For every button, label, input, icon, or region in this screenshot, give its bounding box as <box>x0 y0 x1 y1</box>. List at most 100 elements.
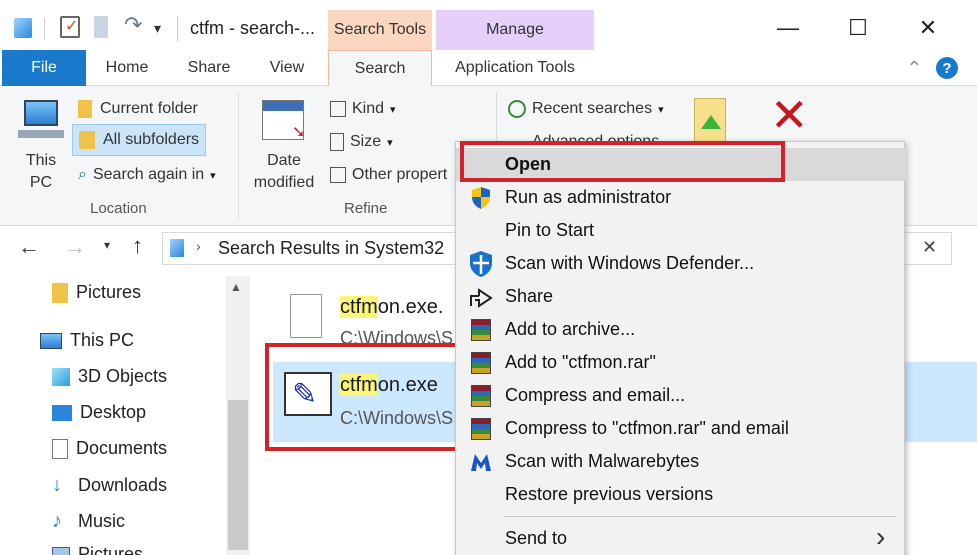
recent-searches-button[interactable]: Recent searches ▾ <box>508 96 664 122</box>
properties-check-icon[interactable]: ✓ <box>60 16 80 38</box>
menu-item-compress-to-rar-email[interactable]: Compress to "ctfmon.rar" and email <box>456 412 906 445</box>
size-icon <box>330 133 344 151</box>
nav-item-label: Documents <box>76 438 168 458</box>
menu-item-add-to-rar[interactable]: Add to "ctfmon.rar" <box>456 346 906 379</box>
winrar-icon <box>468 350 494 376</box>
search-results-icon <box>170 239 184 257</box>
date-modified-button[interactable]: ➘ Date modified <box>250 96 322 192</box>
address-path[interactable]: Search Results in System32 <box>218 238 444 259</box>
nav-item-label: Pictures <box>78 544 144 555</box>
location-group-label: Location <box>90 200 147 217</box>
recent-locations-chevron-icon[interactable]: ▾ <box>104 238 110 252</box>
help-icon[interactable]: ? <box>936 57 958 79</box>
size-button[interactable]: Size ▾ <box>330 129 393 155</box>
folder-icon <box>78 100 92 118</box>
breadcrumb-chevron-icon: › <box>196 238 201 254</box>
menu-item-run-as-admin[interactable]: Run as administrator <box>456 181 906 214</box>
chevron-down-icon: ▾ <box>387 136 393 149</box>
menu-item-label: Share <box>505 286 554 306</box>
winrar-icon <box>468 317 494 343</box>
annotation-box-file <box>265 343 471 451</box>
context-menu: Open Run as administrator Pin to Start S… <box>455 141 906 555</box>
chevron-down-icon: ▾ <box>210 169 216 182</box>
date-modified-label: Date modified <box>253 152 315 191</box>
tab-view[interactable]: View <box>252 50 322 86</box>
customize-toolbar-icon[interactable]: ▾ <box>154 20 161 37</box>
menu-item-compress-email[interactable]: Compress and email... <box>456 379 906 412</box>
nav-item-pictures-quick[interactable]: Pictures <box>52 282 141 303</box>
tab-home[interactable]: Home <box>90 50 164 86</box>
refine-group-label: Refine <box>344 200 388 217</box>
menu-item-pin-to-start[interactable]: Pin to Start <box>456 214 906 247</box>
malwarebytes-icon <box>468 449 494 475</box>
menu-item-label: Scan with Malwarebytes <box>505 451 700 471</box>
tab-file[interactable]: File <box>2 50 86 86</box>
subfolders-icon <box>79 131 95 149</box>
menu-item-restore-versions[interactable]: Restore previous versions <box>456 478 906 511</box>
up-arrow-icon[interactable]: ↑ <box>132 233 143 259</box>
tab-share[interactable]: Share <box>172 50 246 86</box>
menu-item-scan-malwarebytes[interactable]: Scan with Malwarebytes <box>456 445 906 478</box>
pictures-icon <box>52 546 70 555</box>
scroll-up-icon[interactable]: ▲ <box>230 280 242 294</box>
defender-icon <box>468 251 494 277</box>
tab-application-tools[interactable]: Application Tools <box>436 50 594 86</box>
minimize-button[interactable]: — <box>768 10 808 46</box>
nav-item-music[interactable]: ♪ Music <box>52 510 125 533</box>
ribbon-separator <box>238 92 239 218</box>
computer-icon <box>40 332 62 349</box>
menu-item-scan-defender[interactable]: Scan with Windows Defender... <box>456 247 906 280</box>
file-name-rest: on.exe. <box>377 296 444 318</box>
this-pc-button[interactable]: This PC <box>18 96 66 192</box>
kind-button[interactable]: Kind ▾ <box>330 96 396 122</box>
generic-file-icon <box>290 294 322 338</box>
recent-searches-label: Recent searches <box>532 100 653 117</box>
undo-icon[interactable]: ↷ <box>124 12 142 38</box>
current-folder-button[interactable]: Current folder <box>78 96 198 122</box>
close-search-icon[interactable]: ✕ <box>770 92 809 138</box>
nav-item-label: Desktop <box>80 402 147 422</box>
nav-item-this-pc[interactable]: This PC <box>40 330 134 351</box>
nav-item-documents[interactable]: Documents <box>52 438 167 459</box>
forward-arrow-icon[interactable]: → <box>64 234 86 260</box>
all-subfolders-label: All subfolders <box>103 131 200 148</box>
nav-item-downloads[interactable]: ↓ Downloads <box>52 474 167 497</box>
this-pc-label: This PC <box>25 152 57 191</box>
folder-icon <box>52 282 68 303</box>
clear-search-icon[interactable]: ✕ <box>922 237 937 258</box>
new-folder-icon[interactable] <box>94 16 108 38</box>
maximize-button[interactable]: ☐ <box>838 10 878 46</box>
menu-item-add-to-archive[interactable]: Add to archive... <box>456 313 906 346</box>
menu-item-share[interactable]: Share <box>456 280 906 313</box>
collapse-ribbon-icon[interactable]: ⌃ <box>906 56 923 81</box>
kind-icon <box>330 101 346 117</box>
menu-item-label: Scan with Windows Defender... <box>505 253 755 273</box>
nav-item-desktop[interactable]: Desktop <box>52 402 146 423</box>
search-match: ctfm <box>340 296 378 318</box>
recent-searches-icon <box>508 100 526 118</box>
nav-item-3d-objects[interactable]: 3D Objects <box>52 366 167 387</box>
winrar-icon <box>468 383 494 409</box>
file-item[interactable]: ctfmon.exe. C:\Windows\S <box>280 286 480 350</box>
nav-item-label: 3D Objects <box>78 366 168 386</box>
uac-shield-icon <box>468 185 494 211</box>
chevron-down-icon: ▾ <box>658 103 664 116</box>
menu-item-label: Restore previous versions <box>505 484 714 504</box>
tab-search[interactable]: Search <box>328 50 432 86</box>
menu-item-label: Compress and email... <box>505 385 686 405</box>
computer-icon <box>24 100 58 126</box>
other-properties-button[interactable]: Other propert <box>330 162 447 188</box>
annotation-box-open <box>460 141 785 182</box>
menu-item-send-to[interactable]: Send to › <box>456 522 906 555</box>
scroll-thumb[interactable] <box>228 400 248 550</box>
menu-separator <box>504 516 896 517</box>
open-file-location-icon[interactable] <box>694 98 726 142</box>
nav-item-pictures[interactable]: Pictures <box>52 544 143 555</box>
chevron-down-icon: ▾ <box>390 103 396 116</box>
back-arrow-icon[interactable]: ← <box>18 234 40 260</box>
close-button[interactable]: ✕ <box>908 10 948 46</box>
search-again-button[interactable]: ⌕ Search again in ▾ <box>78 162 216 188</box>
all-subfolders-button[interactable]: All subfolders <box>72 124 206 156</box>
submenu-arrow-icon: › <box>876 521 886 552</box>
documents-icon <box>52 438 68 459</box>
